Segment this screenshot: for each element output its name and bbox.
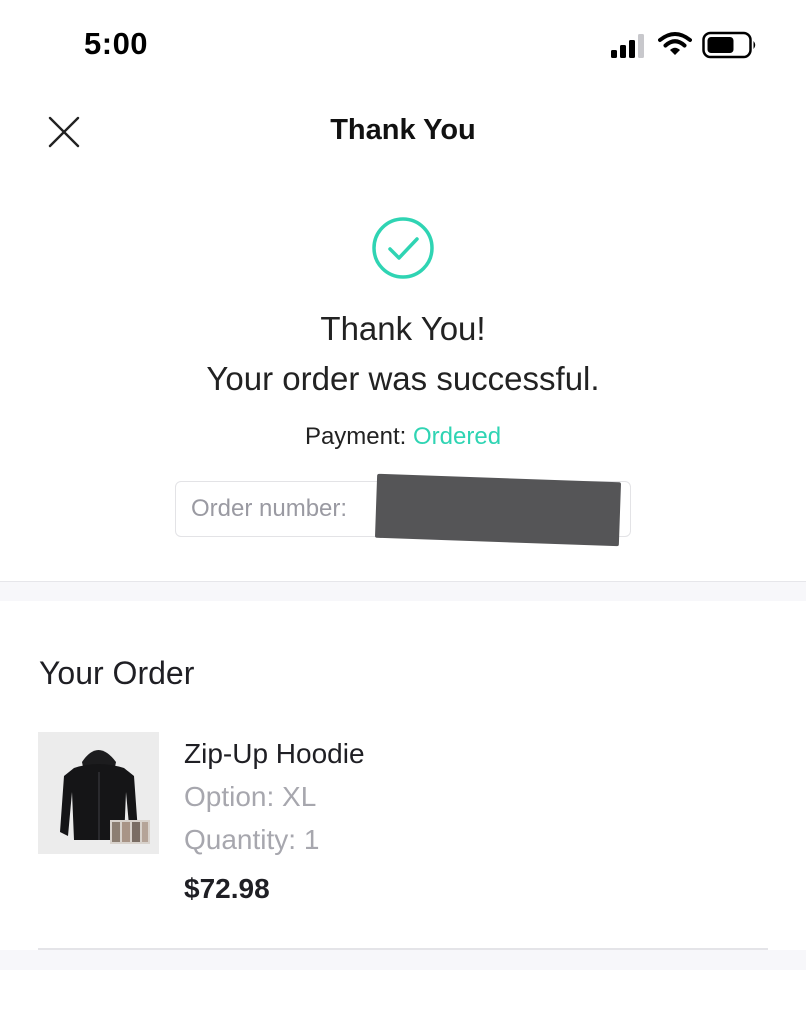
- payment-label: Payment:: [304, 423, 407, 450]
- hoodie-image: [38, 732, 159, 854]
- bottom-section-gap: [0, 950, 806, 970]
- payment-status-line: Payment: Ordered: [0, 423, 806, 451]
- product-quantity: Quantity: 1: [184, 824, 320, 855]
- product-price: $72.98: [184, 873, 270, 904]
- status-time: 5:00: [84, 26, 149, 61]
- signal-icon: [611, 34, 644, 58]
- status-bar: 5:00: [0, 0, 806, 90]
- payment-status-value: Ordered: [413, 423, 502, 450]
- redacted-order-number: [374, 473, 622, 547]
- product-name: Zip-Up Hoodie: [184, 738, 365, 769]
- order-success-message: Your order was successful.: [206, 360, 600, 397]
- battery-icon: [702, 31, 756, 59]
- thank-you-message: Thank You!: [320, 310, 486, 347]
- nav-header: Thank You: [0, 100, 806, 164]
- wifi-icon: [658, 32, 692, 55]
- section-divider: [0, 581, 806, 601]
- checkmark-circle-icon: [372, 217, 434, 279]
- product-option: Option: XL: [184, 781, 317, 812]
- your-order-heading: Your Order: [39, 655, 195, 691]
- product-image: [38, 732, 159, 854]
- order-number-field: Order number:: [175, 473, 631, 547]
- page-title: Thank You: [330, 114, 476, 146]
- order-number-label: Order number:: [191, 495, 348, 522]
